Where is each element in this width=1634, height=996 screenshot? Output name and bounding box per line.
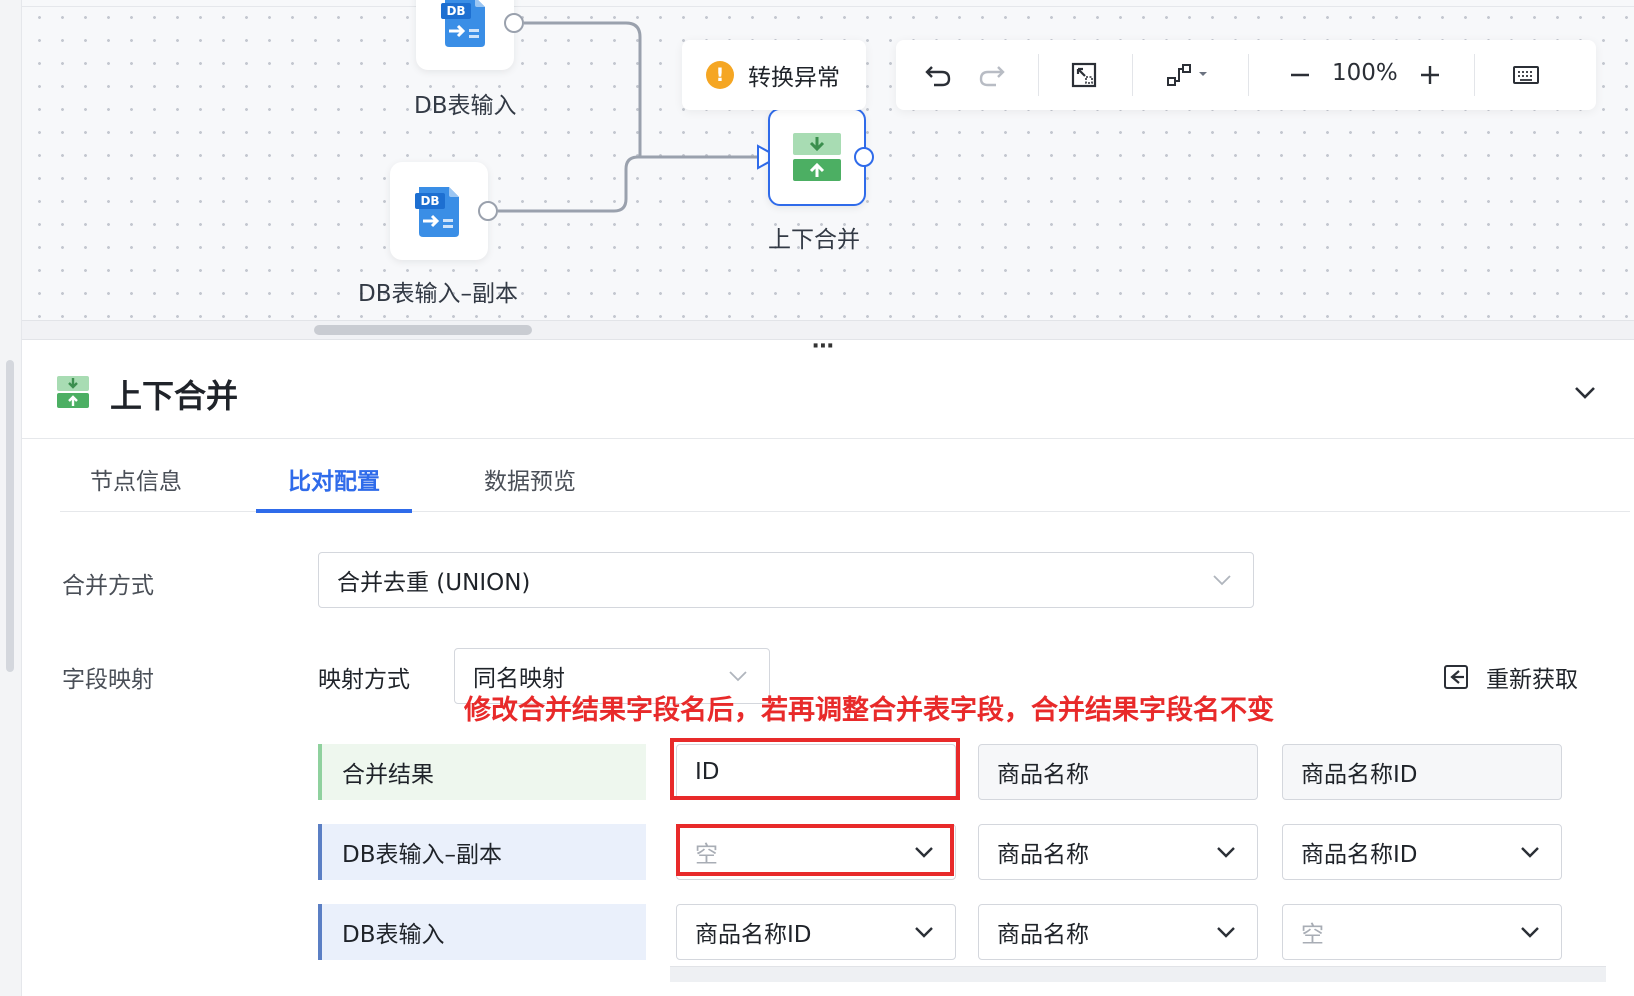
tab-compare-config[interactable]: 比对配置 [288,462,380,496]
plus-icon [1421,66,1439,84]
merge-vertical-icon [57,376,89,408]
warning-text: 转换异常 [748,65,840,91]
row-label-merge-result: 合并结果 [318,744,646,800]
result-field-2-input[interactable]: 商品名称 [978,744,1258,800]
merge-mode-select[interactable]: 合并去重 (UNION) [318,552,1254,608]
tab-data-preview[interactable]: 数据预览 [484,462,576,496]
fit-view-button[interactable] [1064,57,1104,93]
db-input-icon: DB [415,187,459,237]
port-db-input-copy-output[interactable] [478,201,498,221]
flow-canvas[interactable]: DB DB表输入 DB DB表输入–副本 上下合并 ! 转换异常 100% [22,0,1634,320]
merge-vertical-icon [793,133,841,181]
port-merge-output[interactable] [854,147,874,167]
chevron-down-icon [1521,847,1539,858]
zoom-out-button[interactable] [1282,57,1318,93]
chevron-down-icon [915,847,933,858]
canvas-toolbar: 100% [896,40,1596,110]
row-label-db-input: DB表输入 [318,904,646,960]
chevron-down-icon[interactable] [1570,377,1600,407]
minus-icon [1291,73,1309,77]
redo-icon [979,66,1005,87]
cell-value: 空 [695,842,718,868]
toolbar-separator [1038,54,1039,96]
cell-value: 商品名称ID [695,922,812,948]
copy-field-2-select[interactable]: 商品名称 [978,824,1258,880]
chevron-down-icon [1217,927,1235,938]
chevron-down-icon [729,671,747,682]
edge-db-input-copy-to-merge [498,155,762,213]
row-label-db-input-copy: DB表输入–副本 [318,824,646,880]
db-input-icon: DB [441,0,485,47]
chevron-down-icon [1213,575,1231,586]
cell-value: 商品名称 [997,842,1089,868]
layout-button[interactable] [1162,57,1214,93]
cell-value: 商品名称 [997,762,1089,788]
toolbar-separator [1132,54,1133,96]
cell-value: 商品名称ID [1301,842,1418,868]
node-db-input[interactable]: DB [416,0,514,70]
chevron-down-icon [915,927,933,938]
mapping-mode-label: 映射方式 [318,667,410,693]
port-db-input-output[interactable] [504,13,524,33]
node-merge[interactable] [768,108,866,206]
undo-button[interactable] [918,57,958,93]
node-db-input-copy-label: DB表输入–副本 [358,281,518,307]
copy-field-1-select[interactable]: 空 [676,824,956,880]
fit-view-icon [1071,62,1097,88]
cell-value: ID [695,759,720,785]
redo-button[interactable] [972,57,1012,93]
chevron-down-icon [1217,847,1235,858]
input-field-3-select[interactable]: 空 [1282,904,1562,960]
node-db-input-label: DB表输入 [414,93,517,119]
vertical-scrollbar[interactable] [6,360,14,672]
panel-title: 上下合并 [110,377,239,415]
left-gutter [0,0,22,996]
node-merge-label: 上下合并 [768,227,860,253]
keyboard-shortcuts-button[interactable] [1506,57,1546,93]
active-tab-indicator [256,509,412,513]
refresh-button[interactable]: 重新获取 [1442,660,1578,694]
chevron-down-icon [1521,927,1539,938]
db-badge-text: DB [420,194,439,208]
layout-icon [1167,64,1207,86]
panel-tabs: 节点信息 比对配置 数据预览 [60,440,1630,513]
keyboard-icon [1513,66,1539,84]
panel-header: 上下合并 [22,345,1634,439]
result-field-3-input[interactable]: 商品名称ID [1282,744,1562,800]
toolbar-separator [1248,54,1249,96]
node-db-input-copy[interactable]: DB [390,162,488,260]
zoom-in-button[interactable] [1412,57,1448,93]
merge-mode-label: 合并方式 [62,573,154,599]
input-field-1-select[interactable]: 商品名称ID [676,904,956,960]
tab-node-info[interactable]: 节点信息 [90,462,182,496]
annotation-note: 修改合并结果字段名后，若再调整合并表字段，合并结果字段名不变 [464,695,1274,726]
warning-icon: ! [706,61,734,89]
cell-value: 商品名称 [997,922,1089,948]
input-field-2-select[interactable]: 商品名称 [978,904,1258,960]
table-horizontal-scrollbar[interactable] [670,966,1606,982]
transform-warning-chip[interactable]: ! 转换异常 [682,40,866,110]
undo-icon [925,66,951,87]
zoom-level: 100% [1332,60,1398,86]
refresh-icon [1444,665,1468,689]
canvas-horizontal-scrollbar[interactable] [314,325,532,335]
copy-field-3-select[interactable]: 商品名称ID [1282,824,1562,880]
app-root: DB DB表输入 DB DB表输入–副本 上下合并 ! 转换异常 100% ⋯ … [0,0,1634,996]
merge-mode-value: 合并去重 (UNION) [337,570,531,596]
cell-value: 商品名称ID [1301,762,1418,788]
cell-value: 空 [1301,922,1324,948]
refresh-label: 重新获取 [1486,667,1578,693]
result-field-1-input[interactable]: ID [676,744,956,800]
db-badge-text: DB [446,4,465,18]
field-mapping-label: 字段映射 [62,667,154,693]
toolbar-separator [1474,54,1475,96]
